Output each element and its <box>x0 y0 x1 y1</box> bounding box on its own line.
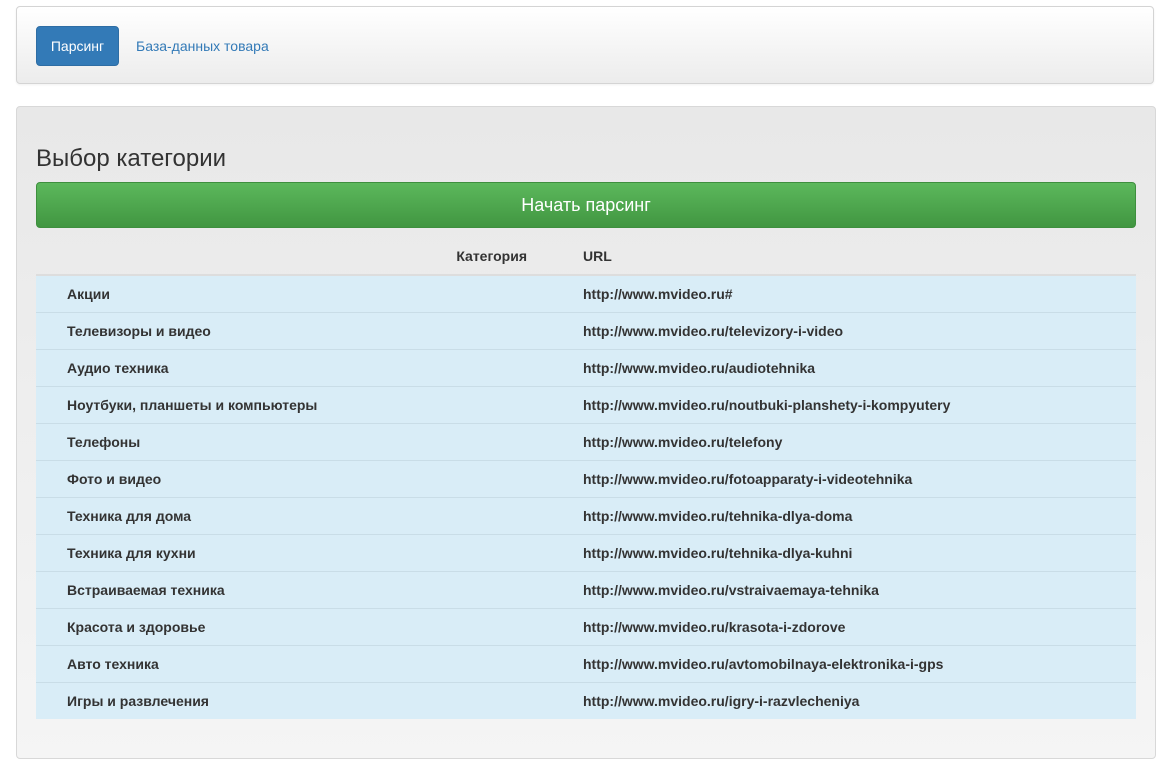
parsing-nav-button[interactable]: Парсинг <box>36 26 119 66</box>
column-header-url: URL <box>583 238 1136 276</box>
category-cell: Техника для дома <box>36 497 583 535</box>
url-cell: http://www.mvideo.ru/telefony <box>583 423 1136 461</box>
url-cell: http://www.mvideo.ru/avtomobilnaya-elekt… <box>583 645 1136 683</box>
url-cell: http://www.mvideo.ru/tehnika-dlya-doma <box>583 497 1136 535</box>
url-cell: http://www.mvideo.ru/vstraivaemaya-tehni… <box>583 571 1136 609</box>
table-row[interactable]: Техника для кухни http://www.mvideo.ru/t… <box>36 534 1136 572</box>
url-cell: http://www.mvideo.ru/tehnika-dlya-kuhni <box>583 534 1136 572</box>
category-cell: Акции <box>36 275 583 313</box>
category-cell: Фото и видео <box>36 460 583 498</box>
start-parsing-button[interactable]: Начать парсинг <box>36 182 1136 228</box>
category-cell: Игры и развлечения <box>36 682 583 719</box>
table-row[interactable]: Техника для дома http://www.mvideo.ru/te… <box>36 497 1136 535</box>
category-cell: Авто техника <box>36 645 583 683</box>
url-cell: http://www.mvideo.ru/audiotehnika <box>583 349 1136 387</box>
url-cell: http://www.mvideo.ru# <box>583 275 1136 313</box>
table-row[interactable]: Встраиваемая техника http://www.mvideo.r… <box>36 571 1136 609</box>
category-cell: Телефоны <box>36 423 583 461</box>
table-row[interactable]: Красота и здоровье http://www.mvideo.ru/… <box>36 608 1136 646</box>
product-database-link[interactable]: База-данных товара <box>136 37 269 55</box>
url-cell: http://www.mvideo.ru/noutbuki-planshety-… <box>583 386 1136 424</box>
table-row[interactable]: Телефоны http://www.mvideo.ru/telefony <box>36 423 1136 461</box>
table-row[interactable]: Акции http://www.mvideo.ru# <box>36 275 1136 313</box>
category-cell: Встраиваемая техника <box>36 571 583 609</box>
category-table-body: Акции http://www.mvideo.ru# Телевизоры и… <box>36 275 1136 719</box>
url-cell: http://www.mvideo.ru/igry-i-razvlecheniy… <box>583 682 1136 719</box>
url-cell: http://www.mvideo.ru/televizory-i-video <box>583 312 1136 350</box>
url-cell: http://www.mvideo.ru/krasota-i-zdorove <box>583 608 1136 646</box>
column-header-category: Категория <box>36 238 583 276</box>
category-cell: Телевизоры и видео <box>36 312 583 350</box>
navbar: Парсинг База-данных товара <box>16 6 1154 84</box>
category-panel: Выбор категории Начать парсинг Категория… <box>16 106 1156 759</box>
table-row[interactable]: Фото и видео http://www.mvideo.ru/fotoap… <box>36 460 1136 498</box>
table-row[interactable]: Ноутбуки, планшеты и компьютеры http://w… <box>36 386 1136 424</box>
category-cell: Красота и здоровье <box>36 608 583 646</box>
category-cell: Аудио техника <box>36 349 583 387</box>
table-row[interactable]: Игры и развлечения http://www.mvideo.ru/… <box>36 682 1136 719</box>
table-row[interactable]: Телевизоры и видео http://www.mvideo.ru/… <box>36 312 1136 350</box>
category-table: Категория URL Акции http://www.mvideo.ru… <box>36 238 1136 719</box>
url-cell: http://www.mvideo.ru/fotoapparaty-i-vide… <box>583 460 1136 498</box>
table-row[interactable]: Аудио техника http://www.mvideo.ru/audio… <box>36 349 1136 387</box>
category-cell: Техника для кухни <box>36 534 583 572</box>
category-cell: Ноутбуки, планшеты и компьютеры <box>36 386 583 424</box>
table-row[interactable]: Авто техника http://www.mvideo.ru/avtomo… <box>36 645 1136 683</box>
page-title: Выбор категории <box>36 145 227 172</box>
table-header-row: Категория URL <box>36 238 1136 276</box>
